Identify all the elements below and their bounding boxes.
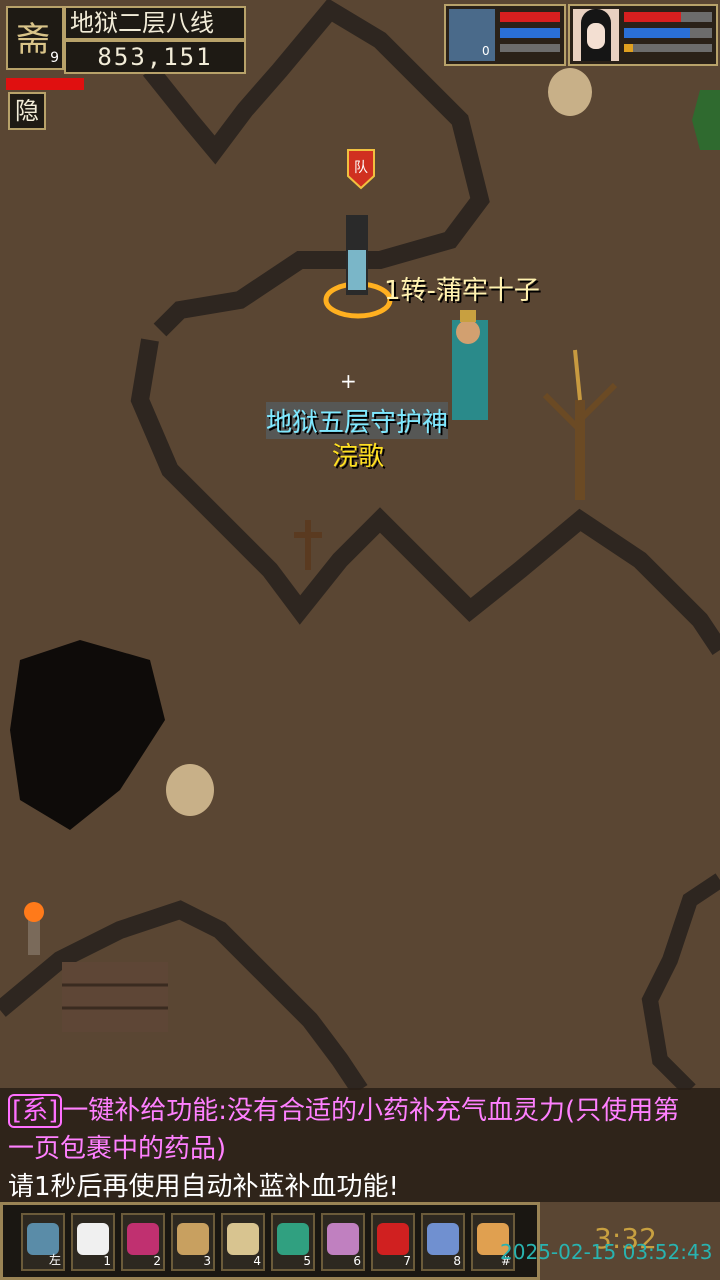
- hotbar-key-label: 4: [253, 1254, 261, 1268]
- hotbar: 左 1 2 3 4 5 6 7 8 #: [0, 1202, 540, 1280]
- screenshot-timestamp: 2025-02-15 03:52:43: [500, 1240, 713, 1264]
- alert-strip: [6, 78, 84, 90]
- player-level: 9: [50, 50, 59, 66]
- npc-character: [452, 310, 488, 420]
- chat-panel[interactable]: [系] 一键补给功能:没有合适的小药补充气血灵力(只使用第 一页包裹中的药品) 请…: [0, 1088, 720, 1202]
- map-terrain: 队 +: [0, 0, 720, 1090]
- hotbar-slot-2[interactable]: 2: [121, 1213, 165, 1271]
- chat-bubble-icon: [77, 1223, 109, 1255]
- chat-text: 一键补给功能:没有合适的小药补充气血灵力(只使用第: [62, 1096, 680, 1126]
- player-name: 1转-蒲牢十子: [384, 276, 540, 306]
- team-icon: [327, 1223, 359, 1255]
- map-coordinates: 853,151: [64, 40, 246, 74]
- stone-steps: [62, 962, 168, 1032]
- hotbar-slot-8[interactable]: 8: [421, 1213, 465, 1271]
- hotbar-key-label: 6: [353, 1254, 361, 1268]
- player-hp-bar: [624, 12, 681, 22]
- game-map[interactable]: 队 +: [0, 0, 720, 1090]
- chat-line: 一页包裹中的药品): [8, 1134, 227, 1164]
- hotbar-slot-4[interactable]: 4: [221, 1213, 265, 1271]
- card-icon: [277, 1223, 309, 1255]
- hotbar-slot-左[interactable]: 左: [21, 1213, 65, 1271]
- hotbar-key-label: 1: [103, 1254, 111, 1268]
- player-exp-bar-bg: [624, 44, 712, 52]
- potion-icon: [127, 1223, 159, 1255]
- crosshair-icon: +: [340, 369, 357, 393]
- hotbar-key-label: 5: [303, 1254, 311, 1268]
- hotbar-slot-3[interactable]: 3: [171, 1213, 215, 1271]
- hide-ui-button[interactable]: 隐: [8, 92, 46, 130]
- npc-title: 地狱五层守护神: [266, 402, 449, 439]
- tree-stump: [548, 68, 592, 116]
- hotbar-slot-6[interactable]: 6: [321, 1213, 365, 1271]
- pet-exp-bar-bg: [500, 44, 560, 52]
- bag-icon: [177, 1223, 209, 1255]
- pet-level: 0: [482, 44, 490, 58]
- pet-mp-bar: [500, 28, 560, 38]
- system-tag: [系]: [8, 1094, 63, 1128]
- hotbar-slot-7[interactable]: 7: [371, 1213, 415, 1271]
- player-exp-bar: [624, 44, 633, 52]
- player-portrait: [573, 9, 619, 61]
- level-badge[interactable]: 斋 9: [6, 6, 64, 70]
- map-name[interactable]: 地狱二层八线: [64, 6, 246, 40]
- player-mp-bar: [624, 28, 690, 38]
- guild-icon: [427, 1223, 459, 1255]
- chat-line: [系] 一键补给功能:没有合适的小药补充气血灵力(只使用第: [8, 1090, 680, 1128]
- pet-status-panel[interactable]: 0: [444, 4, 566, 66]
- npc-name[interactable]: 浣歌: [332, 436, 384, 473]
- tree-stump: [166, 764, 214, 816]
- hotbar-key-label: 2: [153, 1254, 161, 1268]
- level-glyph: 斋: [16, 20, 50, 60]
- pet-hp-bar: [500, 12, 560, 22]
- team-banner-glyph: 队: [354, 160, 368, 176]
- hotbar-key-label: 左: [48, 1253, 61, 1267]
- scroll-icon: [227, 1223, 259, 1255]
- player-status-panel[interactable]: [568, 4, 718, 66]
- hotbar-slot-1[interactable]: 1: [71, 1213, 115, 1271]
- chat-line: 请1秒后再使用自动补蓝补血功能!: [8, 1172, 399, 1202]
- hotbar-key-label: 3: [203, 1254, 211, 1268]
- hotbar-key-label: 7: [403, 1254, 411, 1268]
- hotbar-slot-5[interactable]: 5: [271, 1213, 315, 1271]
- hotbar-key-label: 8: [453, 1254, 461, 1268]
- flag-icon: [377, 1223, 409, 1255]
